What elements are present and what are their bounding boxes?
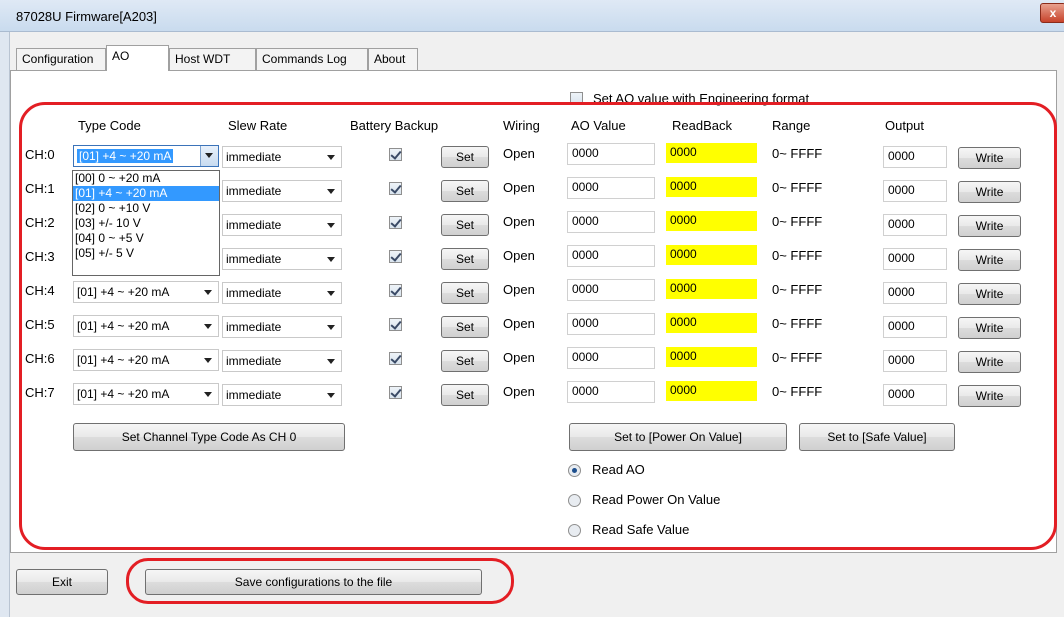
tab-ao[interactable]: AO (106, 45, 169, 71)
type-code-dropdown-list: [00] 0 ~ +20 mA [01] +4 ~ +20 mA [02] 0 ~ … (72, 170, 220, 276)
tab-configuration[interactable]: Configuration (16, 48, 106, 70)
tab-commands-log[interactable]: Commands Log (256, 48, 368, 70)
window-title: 87028U Firmware[A203] (16, 9, 157, 24)
type-code-option[interactable]: [05] +/- 5 V (73, 246, 219, 261)
type-code-option[interactable]: [00] 0 ~ +20 mA (73, 171, 219, 186)
window-left-frame (0, 32, 10, 617)
tab-about[interactable]: About (368, 48, 418, 70)
exit-button[interactable]: Exit (16, 569, 108, 595)
red-annotation-oval-save (126, 558, 514, 604)
type-code-option[interactable]: [01] +4 ~ +20 mA (73, 186, 219, 201)
type-code-option[interactable]: [02] 0 ~ +10 V (73, 201, 219, 216)
title-bar: 87028U Firmware[A203] x (0, 0, 1064, 32)
tab-host-wdt[interactable]: Host WDT (169, 48, 256, 70)
type-code-option[interactable]: [04] 0 ~ +5 V (73, 231, 219, 246)
type-code-option[interactable]: [03] +/- 10 V (73, 216, 219, 231)
close-icon[interactable]: x (1040, 3, 1064, 23)
